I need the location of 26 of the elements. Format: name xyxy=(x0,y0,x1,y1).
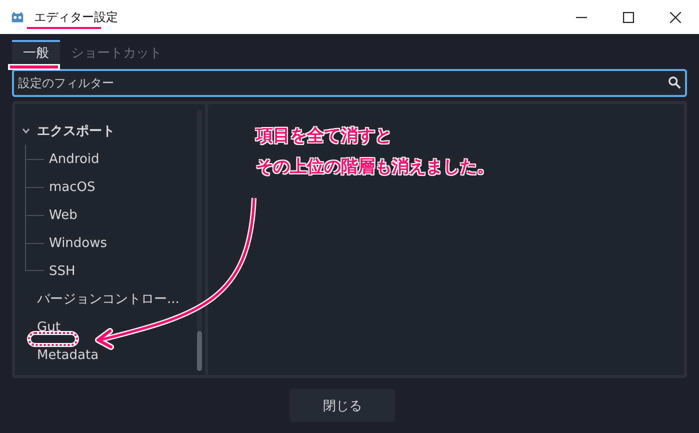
maximize-icon[interactable] xyxy=(623,12,634,22)
tree-item[interactable]: バージョンコントロー... xyxy=(21,290,180,308)
annotation-text: その上位の階層も消えました。 xyxy=(256,156,495,178)
close-icon[interactable] xyxy=(670,12,681,22)
app-logo-icon xyxy=(10,10,25,24)
scrollbar-thumb[interactable] xyxy=(197,331,202,371)
close-button[interactable]: 閉じる xyxy=(290,389,395,422)
tree-line xyxy=(25,201,45,229)
tree-line xyxy=(25,145,45,173)
annotation-text: 項目を全て消すと xyxy=(256,125,393,147)
filter-field[interactable]: 設定のフィルター xyxy=(12,69,687,97)
tree-item[interactable]: Windows xyxy=(49,236,108,250)
tree-line xyxy=(25,173,45,201)
tab[interactable]: 一般 xyxy=(12,40,60,63)
chevron-icon[interactable] xyxy=(21,126,31,136)
window-title: エディター設定 xyxy=(34,10,118,24)
tree-item[interactable]: エクスポート xyxy=(37,122,115,140)
tree-item[interactable]: Android xyxy=(49,152,100,166)
tree-item[interactable]: macOS xyxy=(49,180,96,194)
highlight-ellipse xyxy=(27,331,79,347)
tree-item[interactable]: SSH xyxy=(49,264,76,278)
search-icon xyxy=(668,76,681,89)
tree-item[interactable]: Gut xyxy=(21,320,60,334)
tree-item[interactable]: Web xyxy=(49,208,78,222)
underline-mark xyxy=(8,64,60,70)
tree-item[interactable]: Metadata xyxy=(21,348,99,362)
